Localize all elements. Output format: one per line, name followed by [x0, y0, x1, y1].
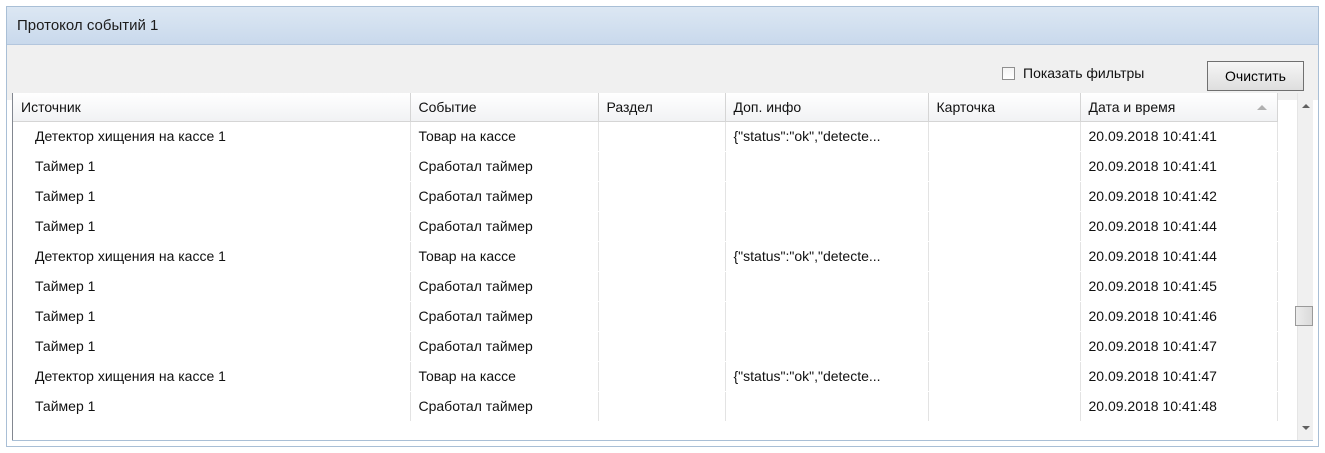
column-header-datetime[interactable]: Дата и время	[1080, 93, 1278, 122]
clear-button[interactable]: Очистить	[1207, 61, 1304, 91]
table-row[interactable]: Таймер 1 Сработал таймер 20.09.2018 10:41:…	[13, 211, 1278, 242]
column-header-section[interactable]: Раздел	[598, 93, 726, 122]
cell-card	[928, 211, 1081, 242]
cell-extra-info	[725, 151, 929, 182]
cell-extra-info	[725, 331, 929, 362]
column-header-extra-info[interactable]: Доп. инфо	[725, 93, 929, 122]
show-filters-checkbox[interactable]: Показать фильтры	[1002, 65, 1144, 81]
cell-extra-info	[725, 271, 929, 302]
cell-event: Сработал таймер	[410, 151, 599, 182]
cell-card	[928, 301, 1081, 332]
window-title: Протокол событий 1	[17, 17, 159, 34]
cell-event: Сработал таймер	[410, 271, 599, 302]
cell-card	[928, 361, 1081, 392]
toolbar: Показать фильтры Очистить	[7, 45, 1318, 100]
cell-card	[928, 241, 1081, 272]
cell-source: Детектор хищения на кассе 1	[13, 361, 411, 392]
cell-extra-info	[725, 301, 929, 332]
cell-event: Сработал таймер	[410, 301, 599, 332]
cell-event: Сработал таймер	[410, 211, 599, 242]
cell-datetime: 20.09.2018 10:41:45	[1080, 271, 1278, 302]
cell-event: Товар на кассе	[410, 361, 599, 392]
cell-datetime: 20.09.2018 10:41:41	[1080, 121, 1278, 152]
cell-extra-info	[725, 181, 929, 212]
cell-source: Таймер 1	[13, 151, 411, 182]
cell-section	[598, 301, 726, 332]
cell-card	[928, 271, 1081, 302]
cell-datetime: 20.09.2018 10:41:47	[1080, 331, 1278, 362]
vertical-scrollbar[interactable]	[1295, 93, 1313, 440]
cell-section	[598, 241, 726, 272]
cell-source: Таймер 1	[13, 391, 411, 422]
cell-card	[928, 391, 1081, 422]
column-header-card[interactable]: Карточка	[928, 93, 1081, 122]
cell-event: Сработал таймер	[410, 181, 599, 212]
cell-section	[598, 271, 726, 302]
cell-section	[598, 181, 726, 212]
table-row[interactable]: Таймер 1 Сработал таймер 20.09.2018 10:41:…	[13, 301, 1278, 332]
cell-event: Сработал таймер	[410, 331, 599, 362]
cell-source: Детектор хищения на кассе 1	[13, 121, 411, 152]
scroll-thumb[interactable]	[1295, 306, 1313, 326]
cell-section	[598, 121, 726, 152]
table-row[interactable]: Таймер 1 Сработал таймер 20.09.2018 10:41:…	[13, 271, 1278, 302]
cell-datetime: 20.09.2018 10:41:42	[1080, 181, 1278, 212]
cell-source: Таймер 1	[13, 181, 411, 212]
sort-ascending-icon	[1256, 105, 1267, 110]
show-filters-label[interactable]: Показать фильтры	[1023, 65, 1144, 81]
cell-source: Таймер 1	[13, 331, 411, 362]
cell-extra-info: {"status":"ok","detecte...	[725, 241, 929, 272]
table-header-row: Источник Событие Раздел Доп. инфо Карточ…	[13, 93, 1278, 122]
cell-card	[928, 331, 1081, 362]
cell-source: Таймер 1	[13, 211, 411, 242]
cell-extra-info	[725, 391, 929, 422]
table-row[interactable]: Детектор хищения на кассе 1 Товар на касс…	[13, 121, 1278, 152]
cell-datetime: 20.09.2018 10:41:41	[1080, 151, 1278, 182]
cell-source: Таймер 1	[13, 271, 411, 302]
cell-event: Товар на кассе	[410, 121, 599, 152]
cell-section	[598, 361, 726, 392]
table-row[interactable]: Детектор хищения на кассе 1 Товар на касс…	[13, 241, 1278, 272]
column-header-event[interactable]: Событие	[410, 93, 599, 122]
table-row[interactable]: Таймер 1 Сработал таймер 20.09.2018 10:41:…	[13, 331, 1278, 362]
cell-datetime: 20.09.2018 10:41:48	[1080, 391, 1278, 422]
window-bottom-border	[12, 440, 1313, 441]
cell-card	[928, 121, 1081, 152]
cell-event: Товар на кассе	[410, 241, 599, 272]
table-row[interactable]: Таймер 1 Сработал таймер 20.09.2018 10:41:…	[13, 181, 1278, 212]
table-row[interactable]: Детектор хищения на кассе 1 Товар на касс…	[13, 361, 1278, 392]
events-grid: Источник Событие Раздел Доп. инфо Карточ…	[12, 93, 1296, 440]
cell-event: Сработал таймер	[410, 391, 599, 422]
events-table: Источник Событие Раздел Доп. инфо Карточ…	[13, 93, 1278, 422]
table-row[interactable]: Таймер 1 Сработал таймер 20.09.2018 10:41:…	[13, 151, 1278, 182]
cell-extra-info: {"status":"ok","detecte...	[725, 361, 929, 392]
cell-source: Таймер 1	[13, 301, 411, 332]
checkbox-box[interactable]	[1002, 66, 1015, 80]
cell-source: Детектор хищения на кассе 1	[13, 241, 411, 272]
cell-card	[928, 181, 1081, 212]
cell-extra-info	[725, 211, 929, 242]
cell-datetime: 20.09.2018 10:41:47	[1080, 361, 1278, 392]
cell-section	[598, 151, 726, 182]
cell-datetime: 20.09.2018 10:41:46	[1080, 301, 1278, 332]
cell-section	[598, 331, 726, 362]
scroll-up-arrow-icon[interactable]	[1302, 104, 1310, 108]
cell-extra-info: {"status":"ok","detecte...	[725, 121, 929, 152]
cell-section	[598, 391, 726, 422]
cell-section	[598, 211, 726, 242]
column-header-datetime-label: Дата и время	[1088, 98, 1176, 115]
table-row[interactable]: Таймер 1 Сработал таймер 20.09.2018 10:41:…	[13, 391, 1278, 422]
column-header-source[interactable]: Источник	[13, 93, 411, 122]
scroll-down-arrow-icon[interactable]	[1302, 426, 1310, 430]
window-title-bar: Протокол событий 1	[7, 7, 1318, 45]
cell-card	[928, 151, 1081, 182]
cell-datetime: 20.09.2018 10:41:44	[1080, 211, 1278, 242]
cell-datetime: 20.09.2018 10:41:44	[1080, 241, 1278, 272]
